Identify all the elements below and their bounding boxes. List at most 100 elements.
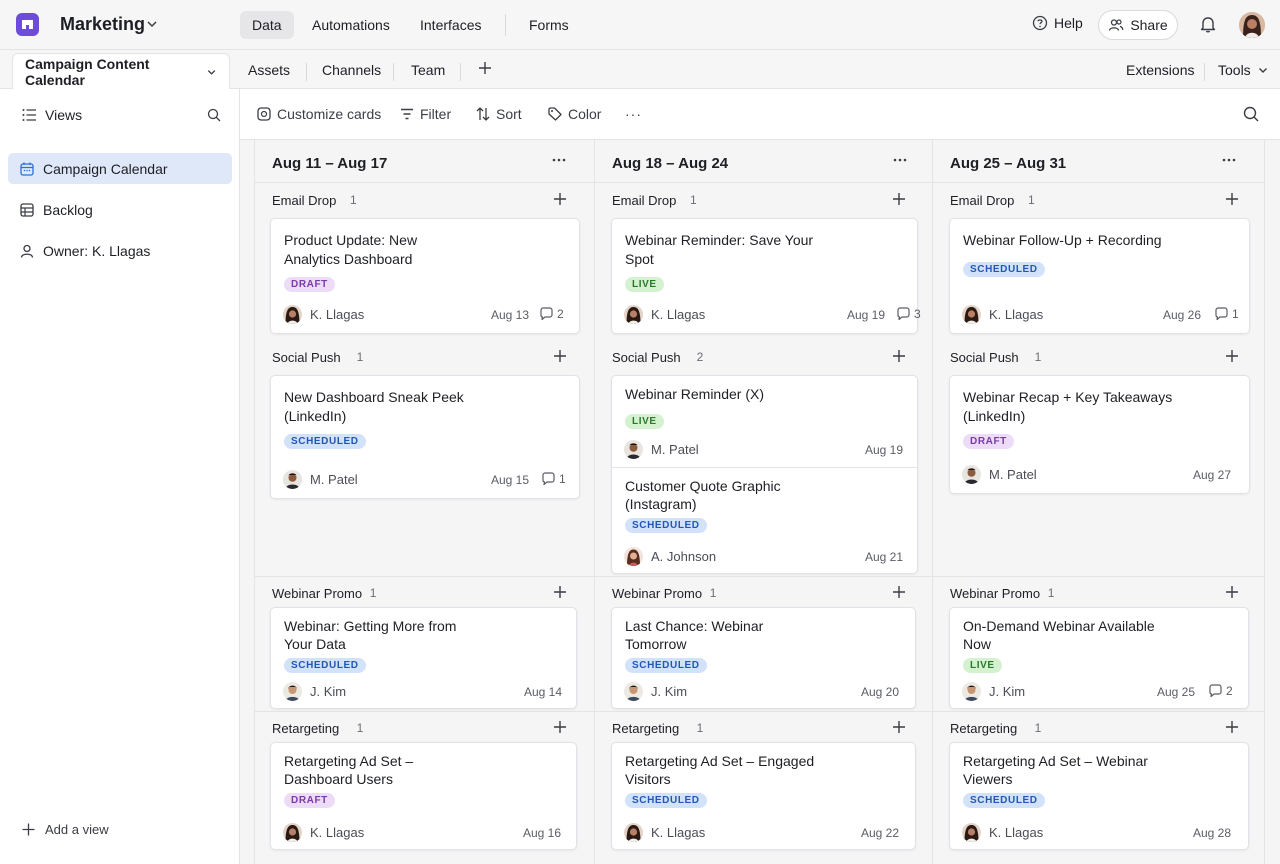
search-icon[interactable]: [207, 108, 221, 122]
extensions-button[interactable]: Extensions: [1126, 62, 1194, 78]
nav-tab-forms[interactable]: Forms: [517, 11, 581, 39]
add-record-icon[interactable]: [1225, 349, 1239, 363]
comment-icon: [1215, 307, 1228, 321]
view-item-campaign-calendar[interactable]: Campaign Calendar: [8, 153, 232, 184]
record-card[interactable]: Webinar Follow-Up + Recording SCHEDULED K.…: [949, 218, 1250, 334]
card-title-line: Dashboard Users: [284, 770, 393, 787]
comment-count[interactable]: 3: [896, 307, 921, 321]
view-item-label: Campaign Calendar: [43, 160, 168, 177]
view-item-backlog[interactable]: Backlog: [8, 194, 232, 225]
filter-icon: [401, 108, 413, 120]
nav-tab-data[interactable]: Data: [240, 11, 294, 39]
list-icon: [22, 109, 36, 121]
add-record-icon[interactable]: [553, 192, 567, 206]
customize-cards-button[interactable]: Customize cards: [257, 106, 381, 122]
group-header: Email Drop 1: [933, 190, 1264, 212]
table-tab-assets[interactable]: Assets: [248, 54, 290, 86]
record-card[interactable]: Customer Quote Graphic (Instagram) SCHEDUL…: [611, 467, 918, 574]
record-card[interactable]: Webinar Reminder: Save Your Spot LIVE K. Ll…: [611, 218, 921, 334]
group-count: 1: [690, 193, 697, 207]
add-record-icon[interactable]: [892, 192, 906, 206]
comment-icon: [542, 472, 555, 486]
group-header: Social Push 2: [595, 347, 932, 369]
week-column: Aug 18 – Aug 24 Email Drop 1 Webinar Remind…: [595, 140, 933, 864]
sort-button[interactable]: Sort: [476, 106, 522, 122]
more-icon[interactable]: [1221, 153, 1237, 167]
views-header[interactable]: Views: [22, 107, 82, 123]
add-record-icon[interactable]: [1225, 720, 1239, 734]
help-button[interactable]: Help: [1032, 15, 1083, 31]
person-icon: [20, 244, 34, 258]
add-record-icon[interactable]: [553, 720, 567, 734]
owner-name: K. Llagas: [310, 825, 365, 840]
add-record-icon[interactable]: [1225, 585, 1239, 599]
chevron-down-icon[interactable]: [145, 17, 159, 31]
tools-button[interactable]: Tools: [1218, 62, 1269, 78]
week-column-header: Aug 11 – Aug 17: [255, 140, 594, 183]
group-divider: [255, 576, 594, 577]
add-view-button[interactable]: Add a view: [22, 822, 109, 837]
more-icon[interactable]: [892, 153, 908, 167]
status-badge: LIVE: [625, 414, 664, 429]
app-logo-icon[interactable]: [16, 13, 39, 36]
add-record-icon[interactable]: [553, 349, 567, 363]
table-tab-team[interactable]: Team: [411, 54, 445, 86]
week-title: Aug 18 – Aug 24: [612, 155, 729, 172]
comment-count[interactable]: 2: [1208, 684, 1233, 698]
card-date: Aug 26: [1163, 308, 1202, 322]
comment-count[interactable]: 2: [539, 307, 564, 321]
nav-tab-interfaces[interactable]: Interfaces: [408, 11, 493, 39]
more-icon[interactable]: [551, 153, 567, 167]
filter-button[interactable]: Filter: [400, 106, 451, 122]
view-item-owner-k-llagas[interactable]: Owner: K. Llagas: [8, 235, 232, 266]
group-divider: [255, 711, 594, 712]
search-icon[interactable]: [1243, 106, 1259, 122]
color-button[interactable]: Color: [548, 106, 601, 122]
chevron-down-icon[interactable]: [206, 66, 217, 78]
avatar: [624, 440, 643, 459]
card-date: Aug 25: [1157, 685, 1196, 699]
avatar: [283, 470, 302, 489]
base-name[interactable]: Marketing: [60, 14, 145, 35]
group-header: Retargeting 1: [255, 718, 594, 740]
record-card[interactable]: Product Update: New Analytics Dashboard DR…: [270, 218, 580, 334]
record-card[interactable]: Retargeting Ad Set – Webinar Viewers SCHED…: [949, 742, 1249, 850]
bell-icon[interactable]: [1199, 15, 1217, 33]
tab-divider: [1204, 63, 1205, 81]
record-card[interactable]: Webinar: Getting More from Your Data SCHED…: [270, 607, 577, 709]
record-card[interactable]: Retargeting Ad Set – Engaged Visitors SCHE…: [611, 742, 916, 850]
comment-count[interactable]: 1: [541, 472, 566, 486]
add-table-icon[interactable]: [478, 61, 492, 75]
group-divider: [933, 711, 1264, 712]
nav-tab-automations[interactable]: Automations: [300, 11, 402, 39]
user-avatar[interactable]: [1239, 12, 1265, 38]
record-card[interactable]: New Dashboard Sneak Peek (LinkedIn) SCHEDU…: [270, 375, 580, 499]
record-card[interactable]: Webinar Recap + Key Takeaways (LinkedIn) D…: [949, 375, 1250, 494]
record-card[interactable]: Webinar Reminder (X) LIVE M. Patel Aug 19: [611, 375, 918, 467]
more-options-button[interactable]: ···: [625, 106, 642, 122]
table-tab-label: Campaign Content Calendar: [25, 55, 150, 88]
record-card[interactable]: Retargeting Ad Set – Dashboard Users DRAFT…: [270, 742, 577, 850]
record-card[interactable]: Last Chance: Webinar Tomorrow SCHEDULED J. …: [611, 607, 916, 709]
view-item-label: Backlog: [43, 201, 93, 218]
group-header: Social Push 1: [255, 347, 594, 369]
table-tab-bar: Campaign Content Calendar Assets Channel…: [0, 50, 1280, 89]
comment-icon: [897, 307, 910, 321]
add-record-icon[interactable]: [892, 720, 906, 734]
group-name: Social Push: [272, 350, 341, 365]
add-record-icon[interactable]: [1225, 192, 1239, 206]
comment-count[interactable]: 1: [1214, 307, 1239, 321]
card-title-line: Retargeting Ad Set – Engaged: [625, 753, 815, 769]
avatar: [962, 465, 981, 484]
record-card[interactable]: On-Demand Webinar Available Now LIVE J. Kim…: [949, 607, 1249, 709]
group-name: Retargeting: [612, 721, 680, 736]
add-record-icon[interactable]: [553, 585, 567, 599]
tools-label: Tools: [1218, 62, 1251, 78]
group-name: Email Drop: [950, 193, 1015, 208]
add-record-icon[interactable]: [892, 349, 906, 363]
add-record-icon[interactable]: [892, 585, 906, 599]
table-tab-campaign-content-calendar[interactable]: Campaign Content Calendar: [12, 53, 230, 89]
group-header: Webinar Promo 1: [933, 583, 1264, 605]
table-tab-channels[interactable]: Channels: [322, 54, 381, 86]
share-button[interactable]: Share: [1098, 10, 1178, 40]
